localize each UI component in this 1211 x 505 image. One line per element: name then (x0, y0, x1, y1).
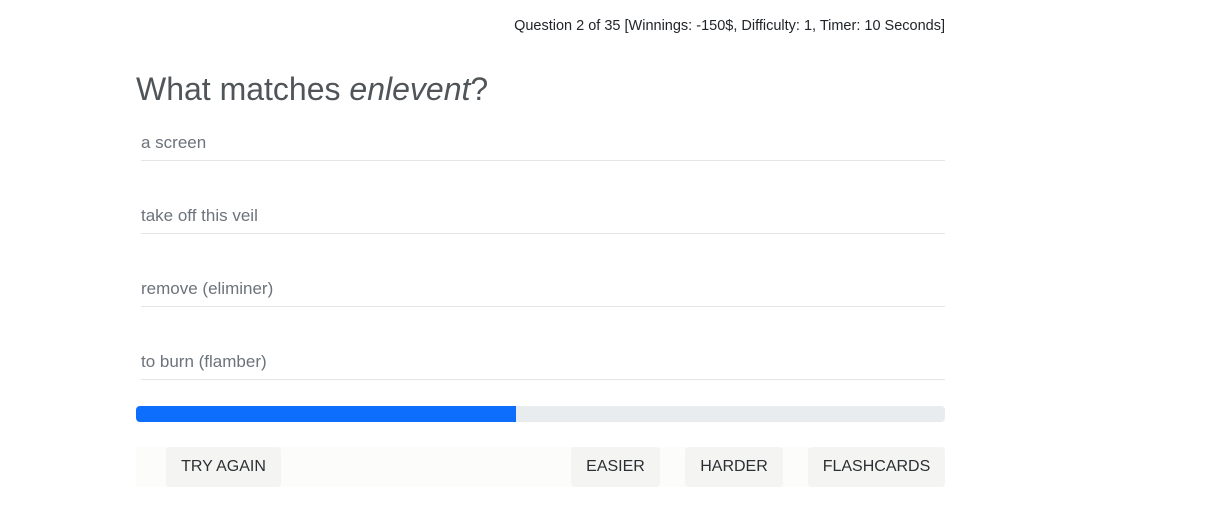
question-prefix: What matches (136, 71, 350, 108)
try-again-button[interactable]: TRY AGAIN (166, 447, 281, 487)
quiz-status-text: Question 2 of 35 [Winnings: -150$, Diffi… (514, 18, 945, 34)
answer-option-label: take off this veil (141, 206, 258, 225)
answer-option-label: a screen (141, 133, 207, 152)
answer-option-2[interactable]: take off this veil (141, 195, 945, 234)
answer-option-label: remove (eliminer) (141, 279, 274, 298)
progress-bar-fill (136, 406, 517, 422)
answer-list: a screen take off this veil remove (elim… (141, 122, 945, 414)
answer-option-3[interactable]: remove (eliminer) (141, 268, 945, 307)
question-suffix: ? (470, 71, 489, 108)
harder-button[interactable]: HARDER (685, 447, 783, 487)
action-toolbar: TRY AGAIN EASIER HARDER FLASHCARDS (136, 447, 945, 487)
answer-option-label: to burn (flamber) (141, 352, 267, 371)
progress-bar (136, 406, 945, 422)
easier-button[interactable]: EASIER (571, 447, 660, 487)
answer-option-4[interactable]: to burn (flamber) (141, 341, 945, 380)
question-word: enlevent (349, 71, 471, 108)
flashcards-button[interactable]: FLASHCARDS (808, 447, 945, 487)
answer-option-1[interactable]: a screen (141, 122, 945, 161)
question-heading: What matches enlevent? (136, 71, 488, 108)
